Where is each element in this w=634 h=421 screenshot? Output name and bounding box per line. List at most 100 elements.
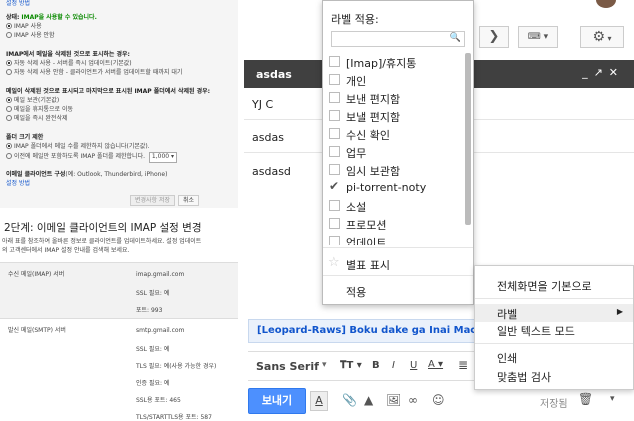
- folder-limit-select[interactable]: 1,000 ▾: [148, 152, 178, 163]
- settings-button[interactable]: ⚙ ▾: [580, 26, 624, 48]
- outgoing-ssl-port: SSL용 포트: 465: [136, 397, 181, 404]
- expand-icon[interactable]: ↗: [594, 66, 609, 79]
- menu-item-plain-text[interactable]: 일반 텍스트 모드: [497, 323, 575, 339]
- scrollbar[interactable]: [465, 53, 471, 225]
- label-item[interactable]: 보낼 편지함: [323, 107, 473, 125]
- star-item[interactable]: ☆ 별표 표시: [323, 255, 473, 273]
- radio-icon[interactable]: [6, 153, 12, 159]
- step-2-title: 2단계: 이메일 클라이언트의 IMAP 설정 변경: [4, 222, 202, 234]
- menu-item-spellcheck[interactable]: 맞춤법 검사: [497, 369, 551, 385]
- save-changes-button[interactable]: 변경사항 저장: [130, 195, 176, 206]
- label-item[interactable]: 업데이트: [323, 233, 473, 245]
- compose-title: asdas: [256, 68, 292, 81]
- send-button[interactable]: 보내기: [248, 388, 306, 414]
- outgoing-auth: 인증 필요: 예: [136, 380, 170, 387]
- photo-icon[interactable]: 🖼: [386, 393, 401, 407]
- expunge-option-3[interactable]: 메일을 즉시 완전삭제: [6, 115, 68, 124]
- label-item[interactable]: 보낸 편지함: [323, 89, 473, 107]
- checkmark-icon[interactable]: ✔: [329, 179, 339, 193]
- imap-settings-panel: 설정 방법 상태: IMAP을 사용할 수 있습니다. IMAP 사용 IMAP…: [0, 0, 238, 421]
- label-item[interactable]: 프로모션: [323, 215, 473, 233]
- delete-option-1[interactable]: 자동 삭제 사용 - 서버를 즉시 업데이트(기본값): [6, 60, 132, 69]
- expunge-option-1[interactable]: 메일 보관(기본값): [6, 97, 59, 106]
- label-item[interactable]: 개인: [323, 71, 473, 89]
- checkbox[interactable]: [329, 146, 340, 157]
- label-item[interactable]: 소설: [323, 197, 473, 215]
- menu-item-print[interactable]: 인쇄: [497, 350, 517, 366]
- drive-icon[interactable]: ▲: [364, 393, 373, 407]
- close-icon[interactable]: ✕: [609, 66, 624, 79]
- text-size-icon[interactable]: 𝐓T ▾: [340, 360, 362, 371]
- to-field[interactable]: YJ C: [252, 98, 273, 111]
- emoji-icon[interactable]: ☺: [432, 393, 445, 407]
- incoming-port: 포트: 993: [136, 307, 163, 314]
- checkbox[interactable]: [329, 164, 340, 175]
- more-options-menu: 전체화면을 기본으로 라벨 ▶ 일반 텍스트 모드 인쇄 맞춤법 검사: [474, 265, 634, 390]
- checkbox[interactable]: [329, 110, 340, 121]
- imap-off-option[interactable]: IMAP 사용 안함: [6, 32, 55, 41]
- font-dropdown-icon[interactable]: ▾: [322, 360, 327, 370]
- radio-icon[interactable]: [6, 115, 12, 121]
- radio-selected-icon[interactable]: [6, 143, 12, 149]
- checkbox[interactable]: [329, 200, 340, 211]
- menu-item-label[interactable]: 라벨 ▶: [475, 304, 633, 322]
- bold-icon[interactable]: B: [372, 360, 380, 371]
- checkbox[interactable]: [329, 92, 340, 103]
- setup-link-top[interactable]: 설정 방법: [6, 0, 30, 9]
- apply-item[interactable]: 적용: [323, 282, 473, 300]
- radio-selected-icon[interactable]: [6, 97, 12, 103]
- font-select[interactable]: Sans Serif: [256, 360, 319, 373]
- incoming-server: imap.gmail.com: [136, 271, 185, 278]
- label-menu-header: 라벨 적용:: [331, 13, 379, 26]
- folder-option-1[interactable]: IMAP 폴더에서 메일 수를 제한하지 않습니다(기본값).: [6, 143, 150, 152]
- formatting-toggle-icon[interactable]: A: [310, 391, 328, 411]
- align-icon[interactable]: ≣: [458, 358, 468, 372]
- avatar[interactable]: [596, 0, 616, 8]
- radio-selected-icon[interactable]: [6, 23, 12, 29]
- star-icon: ☆: [328, 255, 340, 270]
- underline-icon[interactable]: U: [410, 360, 417, 371]
- label-list: [Imap]/휴지통 개인 보낸 편지함 보낼 편지함 수신 확인 업무 임시 …: [323, 53, 473, 245]
- link-icon[interactable]: ∞: [408, 393, 418, 407]
- link-chip-text[interactable]: [Leopard-Raws] Boku dake ga Inai Machi (…: [257, 325, 510, 336]
- more-options-icon[interactable]: ▾: [610, 394, 615, 404]
- text-color-icon[interactable]: A ▾: [428, 359, 443, 370]
- label-item[interactable]: 임시 보관함: [323, 161, 473, 179]
- client-config-hint: (예: Outlook, Thunderbird, iPhone): [65, 171, 168, 178]
- label-item[interactable]: 수신 확인: [323, 125, 473, 143]
- label-item[interactable]: ✔ pi-torrent-noty: [323, 179, 473, 197]
- radio-icon[interactable]: [6, 106, 12, 112]
- input-tools-button[interactable]: ⌨ ▾: [518, 26, 558, 48]
- next-button[interactable]: ❯: [479, 26, 509, 48]
- label-search-input[interactable]: 🔍: [331, 31, 465, 47]
- checkbox[interactable]: [329, 236, 340, 245]
- outgoing-row: 발신 메일(SMTP) 서버 smtp.gmail.com SSL 필요: 예 …: [0, 318, 238, 421]
- subject-field[interactable]: asdas: [252, 131, 284, 144]
- attach-icon[interactable]: 📎: [342, 393, 357, 407]
- radio-icon[interactable]: [6, 69, 12, 75]
- label-item[interactable]: [Imap]/휴지통: [323, 53, 473, 71]
- label-item[interactable]: 업무: [323, 143, 473, 161]
- folder-option-2[interactable]: 이전에 메일만 포함하도록 IMAP 폴더를 제한합니다. 1,000 ▾: [6, 152, 178, 163]
- checkbox[interactable]: [329, 128, 340, 139]
- label-menu: 라벨 적용: 🔍 [Imap]/휴지통 개인 보낸 편지함 보낼 편지함 수신 …: [322, 0, 474, 305]
- checkbox[interactable]: [329, 218, 340, 229]
- checkbox[interactable]: [329, 74, 340, 85]
- checkbox[interactable]: [329, 56, 340, 67]
- chevron-right-icon: ❯: [488, 29, 500, 44]
- italic-icon[interactable]: I: [392, 360, 395, 371]
- body-text[interactable]: asdasd: [252, 165, 291, 178]
- radio-selected-icon[interactable]: [6, 60, 12, 66]
- setup-link[interactable]: 설정 방법: [6, 180, 30, 189]
- expunge-option-2[interactable]: 메일을 휴지통으로 이동: [6, 106, 73, 115]
- imap-on-option[interactable]: IMAP 사용: [6, 23, 42, 32]
- menu-item-fullscreen-default[interactable]: 전체화면을 기본으로: [497, 278, 592, 294]
- minimize-icon[interactable]: _: [582, 66, 594, 79]
- delete-option-2[interactable]: 자동 삭제 사용 안함 - 클라이언트가 서버를 업데이트할 때까지 대기: [6, 69, 182, 78]
- expunge-title: 메일이 삭제된 것으로 표시되고 마지막으로 표시된 IMAP 폴더에서 삭제된…: [6, 88, 211, 95]
- delete-draft-icon[interactable]: 🗑: [578, 392, 593, 406]
- radio-icon[interactable]: [6, 32, 12, 38]
- outgoing-tls: TLS 필요: 예(사용 가능한 경우): [136, 363, 217, 370]
- cancel-button[interactable]: 취소: [178, 195, 200, 206]
- submenu-arrow-icon: ▶: [616, 307, 623, 316]
